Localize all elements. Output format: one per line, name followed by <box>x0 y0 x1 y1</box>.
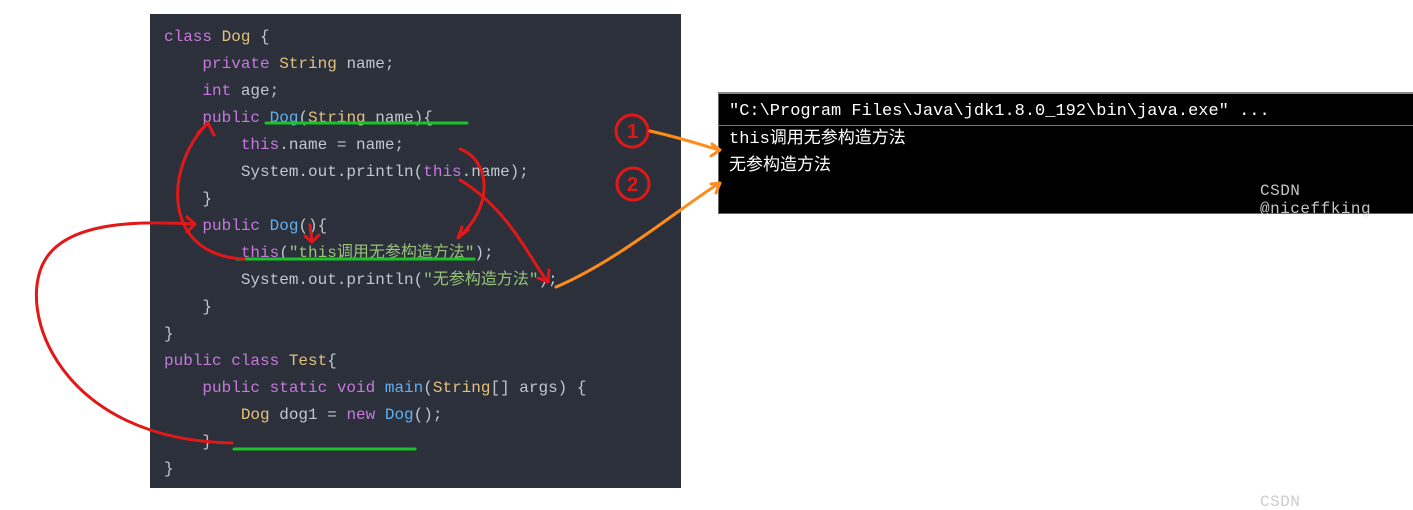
terminal-line-2: 无参构造方法 <box>719 153 1413 180</box>
terminal-command: "C:\Program Files\Java\jdk1.8.0_192\bin\… <box>719 94 1413 126</box>
code-line-17: } <box>164 460 174 478</box>
page-root: class Dog { private String name; int age… <box>0 0 1413 510</box>
code-line-10: System.out.println("无参构造方法"); <box>164 271 558 289</box>
code-line-16: } <box>164 433 212 451</box>
code-line-7: } <box>164 190 212 208</box>
code-line-12: } <box>164 325 174 343</box>
terminal-line-1: this调用无参构造方法 <box>719 126 1413 153</box>
watermark-1: CSDN @niceffking <box>1260 182 1413 218</box>
code-editor: class Dog { private String name; int age… <box>150 14 681 488</box>
code-line-11: } <box>164 298 212 316</box>
code-line-9: this("this调用无参构造方法"); <box>164 244 494 262</box>
code-line-13: public class Test{ <box>164 352 337 370</box>
code-line-8: public Dog(){ <box>164 217 327 235</box>
code-line-15: Dog dog1 = new Dog(); <box>164 406 442 424</box>
watermark-2: CSDN @niceffking <box>1260 493 1413 510</box>
code-line-1: class Dog { <box>164 28 270 46</box>
code-line-5: this.name = name; <box>164 136 404 154</box>
code-line-4: public Dog(String name){ <box>164 109 433 127</box>
code-line-2: private String name; <box>164 55 394 73</box>
code-line-3: int age; <box>164 82 279 100</box>
code-line-6: System.out.println(this.name); <box>164 163 529 181</box>
code-line-14: public static void main(String[] args) { <box>164 379 586 397</box>
